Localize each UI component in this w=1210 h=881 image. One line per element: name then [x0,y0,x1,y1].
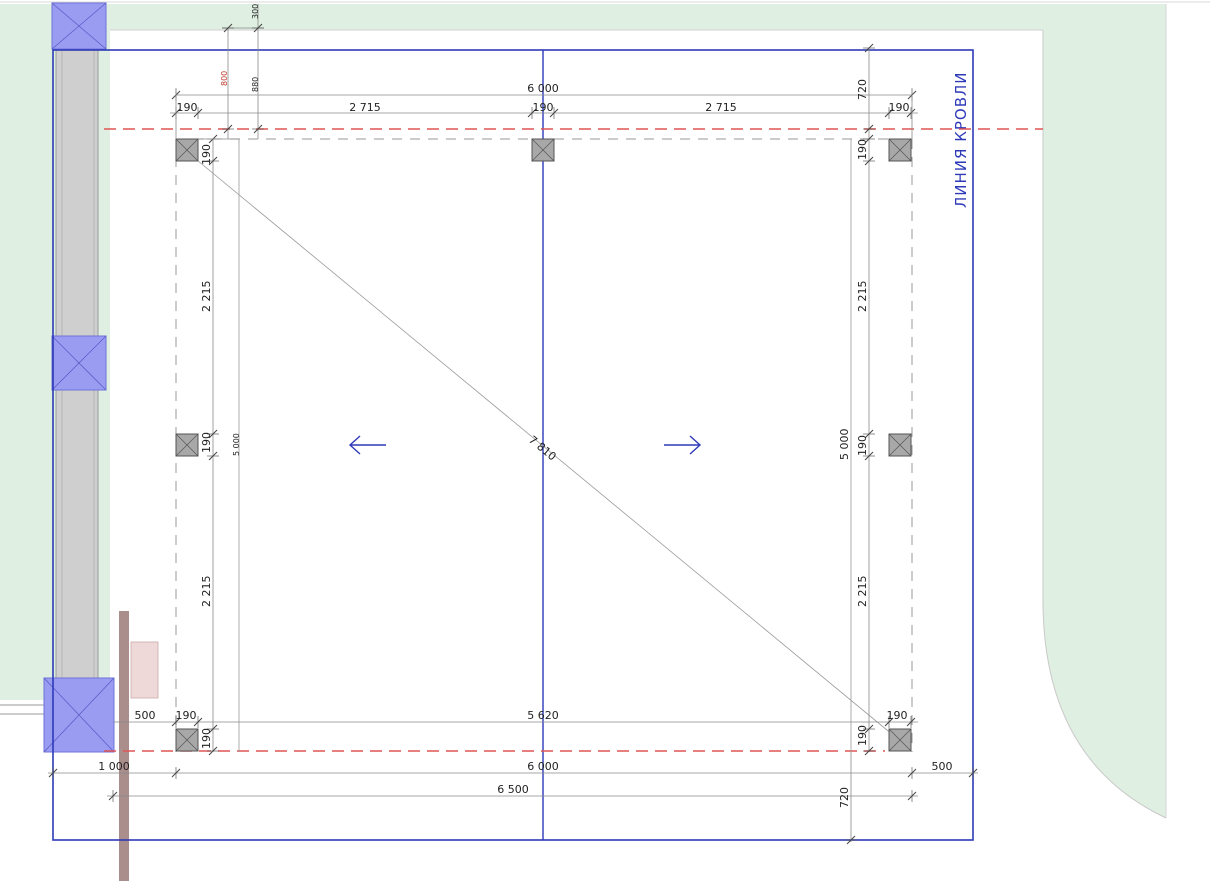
dim-bottom-6500-label: 6 500 [497,783,529,796]
pink-block [130,641,159,699]
dim-left-post-top-label: 190 [200,144,213,165]
pier-middle [51,335,107,391]
dim-top-span-right-label: 2 715 [705,101,737,114]
dim-left-5000-label: 5 000 [232,433,241,456]
post-top-left [175,138,199,162]
dim-top-overall-label: 6 000 [527,82,559,95]
post-bottom-left [175,728,199,752]
post-mid-left [175,433,199,457]
dim-top-800-label: 800 [220,71,229,86]
pier-top [51,2,107,50]
site-plan-drawing: ЛИНИЯ КРОВЛИ 7 810 6 000 190 2 715 190 2… [0,1,1210,881]
dim-left-span-top-label: 2 215 [200,281,213,313]
dim-left-post-bottom-label: 190 [200,728,213,749]
dim-top-span-left-label: 2 715 [349,101,381,114]
dim-left-post-mid-label: 190 [200,432,213,453]
dim-bottom-post-left-label: 190 [176,709,197,722]
dim-right-720-bottom-label: 720 [838,787,851,808]
dim-right-720-top-label: 720 [856,79,869,100]
post-top-right [888,138,912,162]
dim-right-post-mid-label: 190 [856,435,869,456]
post-bottom-right [888,728,912,752]
post-mid-right [888,433,912,457]
dim-left-span-bottom-label: 2 215 [200,576,213,608]
dim-bottom-inner [113,715,918,729]
dim-bottom-6000-label: 6 000 [527,760,559,773]
roof-line-label: ЛИНИЯ КРОВЛИ [952,72,970,208]
dim-top-880-label: 880 [251,77,260,92]
dim-top-post-left-label: 190 [177,101,198,114]
dim-bottom-1000-label: 1 000 [98,760,130,773]
dim-bottom-6000 [48,766,978,780]
slope-arrow-left [348,435,386,455]
dim-right-span-top-label: 2 215 [856,281,869,313]
dim-top-300-label: 300 [251,4,260,19]
dim-right-span-bottom-label: 2 215 [856,576,869,608]
pier-bottom [43,677,115,753]
dim-bottom-500-left-label: 500 [135,709,156,722]
dim-right-5000-label: 5 000 [838,429,851,461]
slope-arrow-right [664,435,702,455]
dim-top-post-mid-label: 190 [533,101,554,114]
dim-right-post-bottom-label: 190 [856,725,869,746]
post-top-middle [531,138,555,162]
dim-bottom-post-right-label: 190 [887,709,908,722]
lawn-area [0,4,1166,818]
dim-top-post-right-label: 190 [889,101,910,114]
dim-bottom-500-right-label: 500 [932,760,953,773]
dim-right-post-top-label: 190 [856,139,869,160]
dim-bottom-inner-label: 5 620 [527,709,559,722]
